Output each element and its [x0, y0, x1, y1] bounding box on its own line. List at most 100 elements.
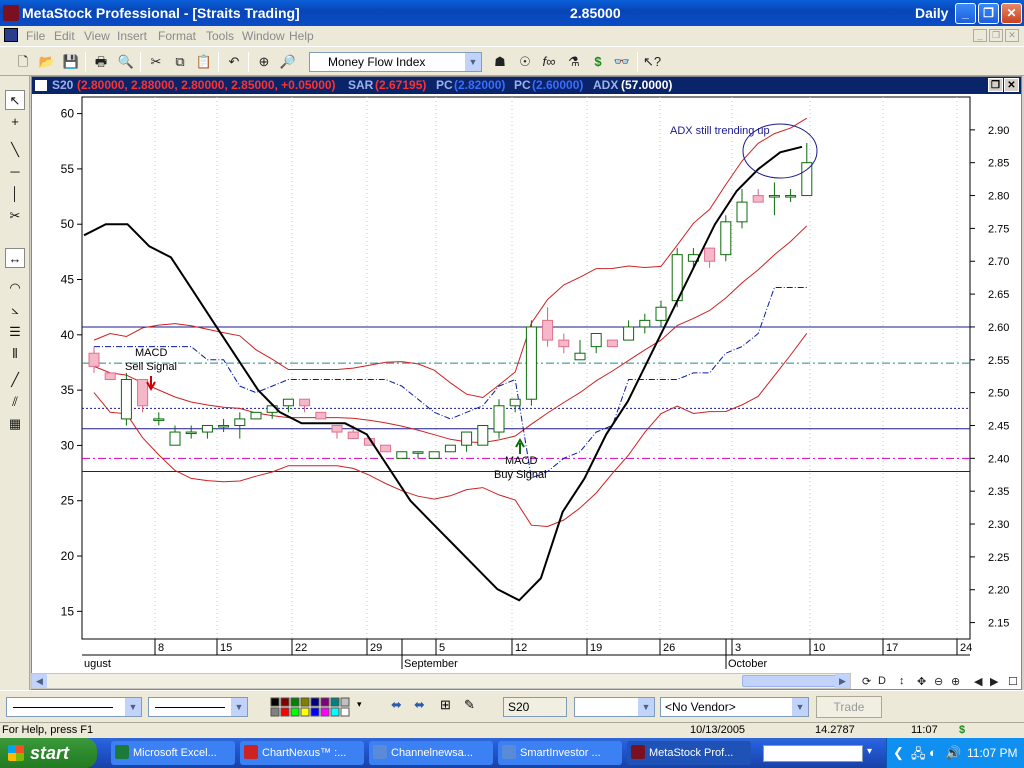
zoom-out-icon[interactable]: ⊖: [934, 675, 943, 688]
menu-window[interactable]: Window: [242, 29, 285, 43]
color-swatch[interactable]: [340, 697, 350, 707]
chart-d-toggle[interactable]: D: [878, 675, 886, 687]
vertical-line-tool-icon[interactable]: │: [5, 184, 25, 204]
color-palette[interactable]: [270, 697, 354, 717]
volume-icon[interactable]: 🔊: [945, 745, 961, 761]
color-swatch[interactable]: [300, 697, 310, 707]
vertical-arrows-icon[interactable]: ↕: [899, 675, 905, 687]
print-icon[interactable]: 🖶: [92, 53, 110, 71]
task-chartnexus[interactable]: ChartNexus™ :...: [240, 741, 364, 765]
chevron-down-icon[interactable]: ▼: [125, 698, 141, 716]
color-swatch[interactable]: [310, 707, 320, 717]
color-swatch[interactable]: [290, 707, 300, 717]
color-swatch[interactable]: [280, 707, 290, 717]
periodicity-select[interactable]: ▼: [574, 697, 655, 717]
menu-insert[interactable]: Insert: [117, 29, 147, 43]
task-excel[interactable]: Microsoft Excel...: [111, 741, 235, 765]
security-icon[interactable]: ◐: [929, 745, 937, 760]
copy-icon[interactable]: ⧉: [171, 53, 189, 71]
fan-tool-icon[interactable]: ⦣: [5, 300, 25, 320]
chart-close-button[interactable]: ✕: [1004, 78, 1019, 92]
zoom-in-icon[interactable]: ⊕: [951, 675, 960, 688]
binoculars-icon[interactable]: 👓: [613, 53, 631, 71]
undo-icon[interactable]: ↶: [225, 53, 243, 71]
chevron-down-icon[interactable]: ▼: [638, 698, 654, 716]
attach-right-icon[interactable]: ⬌: [414, 697, 425, 713]
color-swatch[interactable]: [270, 707, 280, 717]
cycle-lines-tool-icon[interactable]: ⦀: [5, 344, 25, 364]
chart-window[interactable]: S20 (2.80000, 2.88000, 2.80000, 2.85000,…: [31, 76, 1022, 690]
zoom-horizontal-tool-icon[interactable]: ↔: [5, 248, 25, 268]
color-swatch[interactable]: [290, 697, 300, 707]
network-icon[interactable]: 🖧: [911, 745, 926, 767]
mdi-minimize-button[interactable]: _: [973, 29, 987, 42]
menu-edit[interactable]: Edit: [54, 29, 75, 43]
explorer-icon[interactable]: ☉: [516, 53, 534, 71]
retracement-tool-icon[interactable]: ☰: [5, 322, 25, 342]
tray-arrow-icon[interactable]: ❮: [893, 745, 904, 761]
help-pointer-icon[interactable]: ↖?: [643, 53, 661, 71]
refresh-icon[interactable]: ⟳: [862, 675, 871, 688]
task-metastock[interactable]: MetaStock Prof...: [627, 741, 751, 765]
new-file-icon[interactable]: 🗋: [14, 53, 32, 71]
menu-tools[interactable]: Tools: [206, 29, 234, 43]
print-preview-icon[interactable]: 🔍: [117, 53, 135, 71]
crosshair-icon[interactable]: ⊕: [255, 53, 273, 71]
dollar-icon[interactable]: $: [589, 53, 607, 71]
color-swatch-grid[interactable]: [270, 697, 354, 717]
step-right-icon[interactable]: ▶: [990, 675, 998, 688]
edit-chart-icon[interactable]: ✎: [464, 697, 475, 713]
color-swatch[interactable]: [320, 707, 330, 717]
expert-icon[interactable]: ☗: [491, 53, 509, 71]
search-chevron-icon[interactable]: ▾: [867, 746, 872, 757]
color-swatch[interactable]: [310, 697, 320, 707]
attach-left-icon[interactable]: ⬌: [391, 697, 402, 713]
chart-layout-icon[interactable]: ⊞: [440, 697, 451, 713]
zoom-icon[interactable]: 🔎: [279, 53, 297, 71]
crosshair-tool-icon[interactable]: +: [5, 112, 25, 132]
open-folder-icon[interactable]: 📂: [38, 53, 56, 71]
speed-lines-tool-icon[interactable]: ⫽: [5, 392, 25, 412]
menu-file[interactable]: File: [26, 29, 45, 43]
trade-button[interactable]: Trade: [816, 696, 882, 718]
line-style-select[interactable]: ▼: [6, 697, 142, 717]
restore-button[interactable]: ❐: [978, 3, 999, 24]
scissors-tool-icon[interactable]: ✂: [5, 206, 25, 226]
color-swatch[interactable]: [330, 707, 340, 717]
price-chart[interactable]: 8 15 22 29 5 12 19 26 3 10 17 24 ugust September Octob…: [32, 94, 1021, 671]
arc-tool-icon[interactable]: ◠: [5, 278, 25, 298]
step-left-icon[interactable]: ◀: [974, 675, 982, 688]
paste-icon[interactable]: 📋: [195, 53, 213, 71]
trendline-tool-icon[interactable]: ╲: [5, 140, 25, 160]
gann-grid-tool-icon[interactable]: ▦: [5, 414, 25, 434]
symbol-field[interactable]: S20: [503, 697, 567, 717]
chart-restore-button[interactable]: ❐: [988, 78, 1003, 92]
cut-icon[interactable]: ✂: [147, 53, 165, 71]
chart-options-icon[interactable]: ☐: [1008, 675, 1018, 688]
document-icon[interactable]: [4, 28, 18, 42]
chevron-down-icon[interactable]: ▼: [792, 698, 808, 716]
close-button[interactable]: ✕: [1001, 3, 1022, 24]
mdi-close-button[interactable]: ✕: [1005, 29, 1019, 42]
color-swatch[interactable]: [280, 697, 290, 707]
horizontal-line-tool-icon[interactable]: ─: [5, 162, 25, 182]
formula-icon[interactable]: f∞: [540, 53, 558, 71]
vendor-select[interactable]: <No Vendor> ▼: [660, 697, 809, 717]
move-icon[interactable]: ✥: [917, 675, 926, 688]
metastock-app-icon[interactable]: [3, 5, 19, 21]
chevron-down-icon[interactable]: ▼: [465, 53, 481, 71]
task-channelnewsasia[interactable]: Channelnewsa...: [369, 741, 493, 765]
menu-format[interactable]: Format: [158, 29, 196, 43]
color-swatch[interactable]: [330, 697, 340, 707]
color-swatch[interactable]: [320, 697, 330, 707]
save-icon[interactable]: 💾: [62, 53, 80, 71]
color-swatch[interactable]: [270, 697, 280, 707]
color-swatch[interactable]: [300, 707, 310, 717]
line-tool-icon[interactable]: ╱: [5, 370, 25, 390]
scroll-left-icon[interactable]: ◀: [32, 674, 47, 688]
minimize-button[interactable]: _: [955, 3, 976, 24]
palette-chevron-icon[interactable]: ▾: [357, 699, 362, 710]
menu-view[interactable]: View: [84, 29, 110, 43]
desktop-search-input[interactable]: [763, 745, 863, 762]
menu-help[interactable]: Help: [289, 29, 314, 43]
